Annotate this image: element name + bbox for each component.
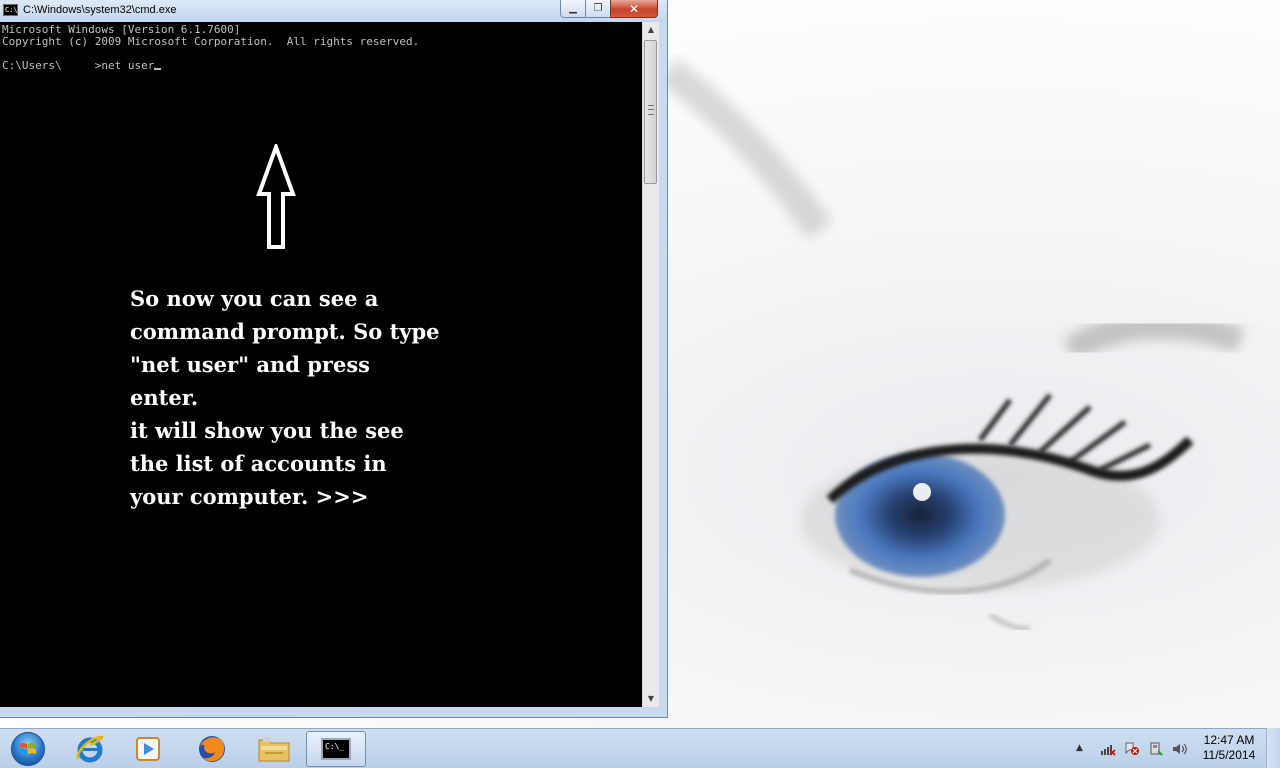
annotation-line: So now you can see a: [130, 286, 379, 311]
annotation-line: "net user" and press: [130, 352, 370, 377]
annotation-line: your computer. >>>: [130, 484, 369, 509]
clock-time: 12:47 AM: [1203, 733, 1255, 747]
grip-icon: [648, 105, 654, 115]
scroll-thumb[interactable]: [644, 40, 657, 184]
internet-explorer-icon[interactable]: [62, 731, 118, 767]
start-button[interactable]: [2, 731, 54, 767]
cmd-icon: C:\_: [321, 738, 351, 760]
firefox-icon[interactable]: [184, 731, 240, 767]
clock-date: 11/5/2014: [1202, 748, 1256, 762]
close-button[interactable]: ✕: [610, 0, 658, 18]
safely-remove-hardware-icon[interactable]: [1148, 742, 1163, 756]
scroll-down-arrow-icon[interactable]: ▼: [643, 691, 659, 707]
media-player-icon[interactable]: [120, 731, 176, 767]
show-hidden-icons-icon[interactable]: ▲: [1076, 742, 1090, 754]
annotation-line: it will show you the see: [130, 418, 404, 443]
cmd-taskbar-button[interactable]: C:\_: [306, 731, 366, 767]
console-prompt-line[interactable]: C:\Users\ >net user: [2, 59, 162, 72]
annotation-line: the list of accounts in: [130, 451, 387, 476]
instruction-annotation: So now you can see a command prompt. So …: [130, 282, 470, 513]
scroll-up-arrow-icon[interactable]: ▲: [643, 22, 659, 38]
annotation-line: enter.: [130, 385, 199, 410]
prompt-text: C:\Users\ >net user: [2, 59, 155, 72]
volume-icon[interactable]: [1172, 742, 1187, 755]
cmd-icon[interactable]: C:\: [3, 4, 18, 16]
text-cursor: [154, 68, 162, 70]
vertical-scrollbar[interactable]: ▲ ▼: [642, 22, 659, 707]
file-explorer-icon[interactable]: [246, 731, 302, 767]
windows-logo-icon: [11, 732, 45, 766]
window-title: C:\Windows\system32\cmd.exe: [23, 4, 177, 16]
restore-button[interactable]: ❐: [585, 0, 611, 18]
console-line: Copyright (c) 2009 Microsoft Corporation…: [2, 35, 420, 48]
cmd-window[interactable]: C:\ C:\Windows\system32\cmd.exe ▁ ❐ ✕ Mi…: [0, 0, 668, 718]
system-clock[interactable]: 12:47 AM 11/5/2014: [1196, 733, 1262, 763]
annotation-line: command prompt. So type: [130, 319, 440, 344]
show-desktop-button[interactable]: [1266, 728, 1280, 768]
up-arrow-icon: [256, 144, 296, 249]
network-icon[interactable]: [1100, 742, 1116, 756]
minimize-button[interactable]: ▁: [560, 0, 586, 18]
console-output[interactable]: Microsoft Windows [Version 6.1.7600] Cop…: [0, 22, 642, 707]
action-center-icon[interactable]: [1124, 742, 1139, 755]
